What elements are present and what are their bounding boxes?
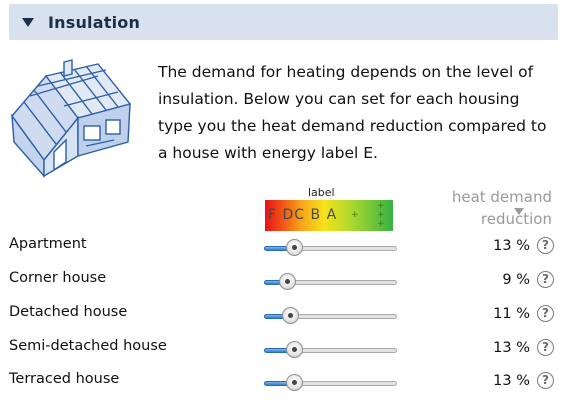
help-icon[interactable]: ? xyxy=(537,271,554,288)
energy-label-scale: F DC B A + + + + xyxy=(265,200,393,231)
energy-label-caption: label xyxy=(308,186,335,199)
heat-reduction-slider[interactable] xyxy=(264,273,398,290)
housing-type-row: Apartment 13 %? xyxy=(0,236,567,270)
slider-handle[interactable] xyxy=(282,307,299,324)
housing-type-label: Apartment xyxy=(9,236,87,252)
slider-handle[interactable] xyxy=(279,273,296,290)
housing-type-row: Detached house 11 %? xyxy=(0,304,567,338)
slider-handle[interactable] xyxy=(286,239,303,256)
heat-reduction-value: 13 % xyxy=(493,373,530,389)
heat-reduction-slider[interactable] xyxy=(264,374,398,391)
slider-handle[interactable] xyxy=(286,374,303,391)
housing-type-label: Terraced house xyxy=(9,371,120,387)
slider-handle[interactable] xyxy=(286,341,303,358)
intro-text: The demand for heating depends on the le… xyxy=(158,63,547,162)
help-icon[interactable]: ? xyxy=(537,372,554,389)
housing-type-row: Semi-detached house 13 %? xyxy=(0,338,567,372)
triangle-down-icon[interactable] xyxy=(22,17,34,27)
panel-title: Insulation xyxy=(48,12,141,32)
heat-reduction-slider[interactable] xyxy=(264,239,398,256)
housing-type-label: Semi-detached house xyxy=(9,338,167,354)
housing-type-row: Corner house 9 %? xyxy=(0,270,567,304)
energy-plus-mark: + xyxy=(351,210,359,220)
heat-reduction-value: 13 % xyxy=(493,340,530,356)
heat-demand-reduction-header[interactable]: heat demand reduction xyxy=(430,186,552,230)
housing-type-label: Corner house xyxy=(9,270,107,286)
energy-plus-mark: + xyxy=(377,219,385,229)
housing-type-row: Terraced house 13 %? xyxy=(0,371,567,405)
help-icon[interactable]: ? xyxy=(537,305,554,322)
heat-reduction-value: 13 % xyxy=(493,238,530,254)
energy-label-letters: F DC B A xyxy=(268,207,338,223)
column-header-line2: reduction xyxy=(480,210,552,228)
help-icon[interactable]: ? xyxy=(537,339,554,356)
housing-type-label: Detached house xyxy=(9,304,128,320)
help-icon[interactable]: ? xyxy=(537,237,554,254)
heat-reduction-slider[interactable] xyxy=(264,341,398,358)
sort-down-icon[interactable] xyxy=(514,208,524,215)
heat-reduction-slider[interactable] xyxy=(264,307,398,324)
house-wireframe-icon xyxy=(11,59,132,178)
insulation-panel-header[interactable]: Insulation xyxy=(9,4,558,40)
column-header-line1: heat demand xyxy=(451,188,552,206)
heat-reduction-value: 9 % xyxy=(502,272,530,288)
heat-reduction-value: 11 % xyxy=(493,306,530,322)
